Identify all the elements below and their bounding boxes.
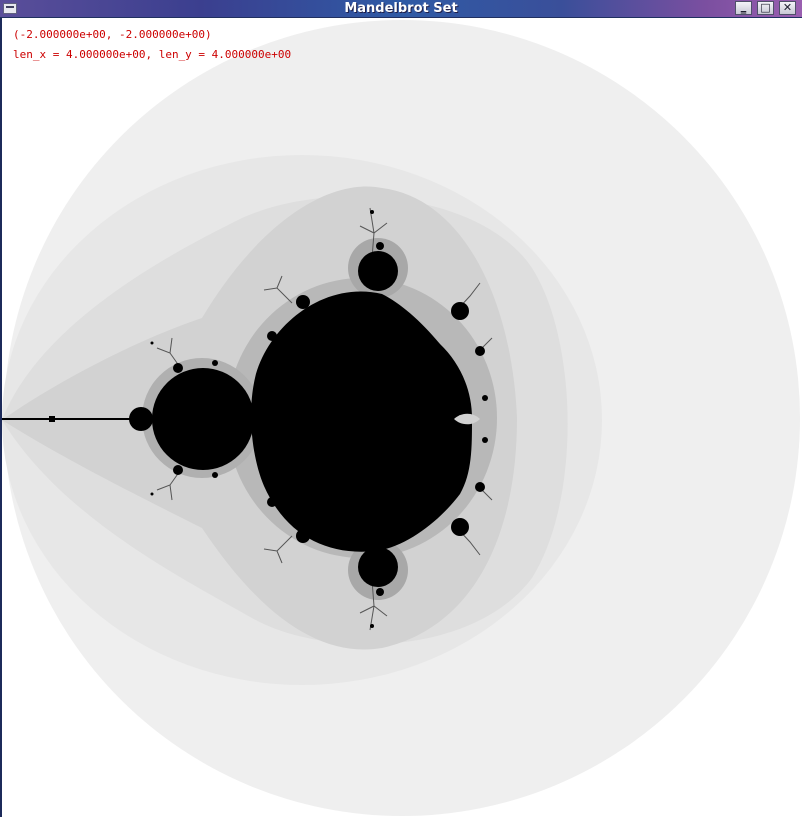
mandelbrot-render [2,18,802,817]
origin-readout: (-2.000000e+00, -2.000000e+00) [13,28,212,41]
title-bar[interactable]: Mandelbrot Set ‗ □ ✕ [0,0,802,18]
mandelbrot-window: Mandelbrot Set ‗ □ ✕ (-2.000000e+00, -2.… [0,0,802,817]
maximize-button[interactable]: □ [757,1,774,15]
extent-readout: len_x = 4.000000e+00, len_y = 4.000000e+… [13,48,292,61]
close-button[interactable]: ✕ [779,1,796,15]
window-title: Mandelbrot Set [344,1,458,16]
fractal-canvas[interactable]: (-2.000000e+00, -2.000000e+00) len_x = 4… [2,18,802,817]
minimize-button[interactable]: ‗ [735,1,752,15]
